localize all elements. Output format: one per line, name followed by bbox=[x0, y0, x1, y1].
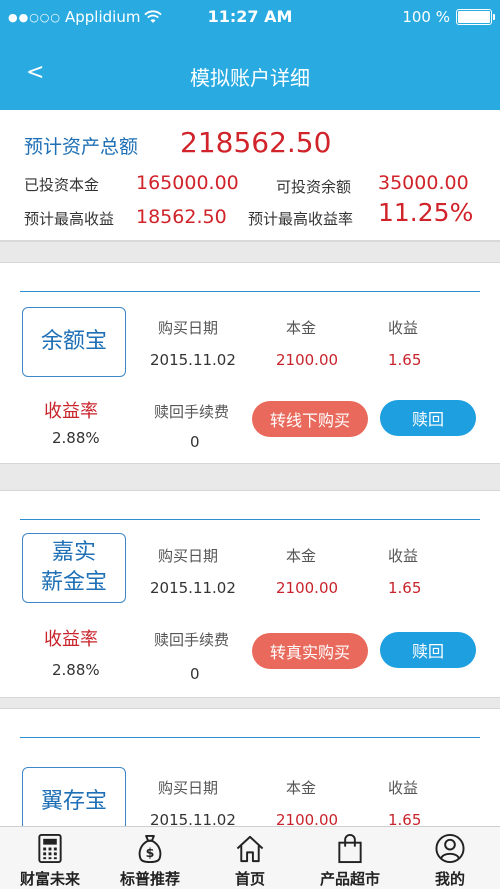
rate-value: 2.88% bbox=[52, 661, 100, 679]
tab-label: 标普推荐 bbox=[119, 870, 180, 888]
total-assets-value: 218562.50 bbox=[180, 126, 332, 159]
shopping-bag-icon bbox=[338, 834, 362, 864]
status-bar: ●●○○○ Applidium 11:27 AM 100 % bbox=[0, 0, 500, 34]
rate-label: 收益率 bbox=[44, 629, 98, 650]
purchase-date-value: 2015.11.02 bbox=[150, 351, 236, 369]
income-label: 收益 bbox=[388, 779, 419, 797]
divider bbox=[20, 291, 480, 292]
purchase-date-label: 购买日期 bbox=[158, 779, 219, 797]
redeem-fee-label: 赎回手续费 bbox=[154, 631, 230, 649]
invested-label: 已投资本金 bbox=[24, 176, 100, 194]
redeem-fee-value: 0 bbox=[190, 433, 200, 451]
battery-icon bbox=[456, 9, 495, 25]
product-name-line1: 嘉实 bbox=[51, 540, 96, 565]
offline-purchase-button[interactable]: 转线下购买 bbox=[252, 401, 368, 437]
product-name: 余额宝 bbox=[40, 329, 107, 354]
purchase-date-value: 2015.11.02 bbox=[150, 579, 236, 597]
purchase-date-label: 购买日期 bbox=[158, 319, 219, 337]
real-purchase-button[interactable]: 转真实购买 bbox=[252, 633, 368, 669]
total-assets-label: 预计资产总额 bbox=[24, 136, 139, 158]
max-rate-label: 预计最高收益率 bbox=[248, 210, 354, 228]
available-value: 35000.00 bbox=[378, 172, 469, 194]
redeem-button[interactable]: 赎回 bbox=[380, 400, 476, 436]
redeem-fee-value: 0 bbox=[190, 665, 200, 683]
principal-value: 2100.00 bbox=[276, 579, 339, 597]
tab-product-market[interactable]: 产品超市 bbox=[300, 827, 400, 889]
home-icon bbox=[236, 835, 264, 863]
max-income-label: 预计最高收益 bbox=[24, 210, 115, 228]
battery-percent: 100 % bbox=[402, 8, 450, 26]
tab-bar: 财富未来 $ 标普推荐 首页 产品超市 我的 bbox=[0, 826, 500, 889]
tab-mine[interactable]: 我的 bbox=[400, 827, 500, 889]
divider bbox=[20, 519, 480, 520]
product-card: 嘉实 薪金宝 购买日期 本金 收益 2015.11.02 2100.00 1.6… bbox=[0, 490, 500, 698]
principal-label: 本金 bbox=[286, 779, 317, 797]
calculator-icon bbox=[38, 833, 62, 864]
tab-label: 我的 bbox=[434, 870, 465, 888]
tab-home[interactable]: 首页 bbox=[200, 827, 300, 889]
product-name-box: 嘉实 薪金宝 bbox=[22, 533, 126, 603]
user-icon bbox=[435, 833, 465, 864]
rate-label: 收益率 bbox=[44, 401, 98, 422]
svg-text:$: $ bbox=[146, 845, 155, 860]
product-name-box: 余额宝 bbox=[22, 307, 126, 377]
income-value: 1.65 bbox=[388, 351, 422, 369]
principal-label: 本金 bbox=[286, 547, 317, 565]
tab-sp-recommend[interactable]: $ 标普推荐 bbox=[100, 827, 200, 889]
tab-label: 财富未来 bbox=[19, 870, 80, 888]
tab-label: 首页 bbox=[234, 870, 265, 888]
header: ●●○○○ Applidium 11:27 AM 100 % < 模拟账户详细 bbox=[0, 0, 500, 110]
max-rate-value: 11.25% bbox=[378, 198, 474, 227]
redeem-button[interactable]: 赎回 bbox=[380, 632, 476, 668]
account-summary: 预计资产总额 218562.50 已投资本金 165000.00 可投资余额 3… bbox=[0, 110, 500, 242]
purchase-date-label: 购买日期 bbox=[158, 547, 219, 565]
money-bag-icon: $ bbox=[138, 834, 162, 864]
tab-wealth-future[interactable]: 财富未来 bbox=[0, 827, 100, 889]
rate-value: 2.88% bbox=[52, 429, 100, 447]
product-card: 余额宝 购买日期 本金 收益 2015.11.02 2100.00 1.65 收… bbox=[0, 262, 500, 464]
income-value: 1.65 bbox=[388, 579, 422, 597]
income-label: 收益 bbox=[388, 319, 419, 337]
product-name-line2: 薪金宝 bbox=[40, 570, 107, 595]
product-name: 翼存宝 bbox=[40, 789, 107, 814]
divider bbox=[20, 737, 480, 738]
principal-value: 2100.00 bbox=[276, 351, 339, 369]
tab-label: 产品超市 bbox=[319, 870, 380, 888]
principal-label: 本金 bbox=[286, 319, 317, 337]
redeem-fee-label: 赎回手续费 bbox=[154, 403, 230, 421]
income-label: 收益 bbox=[388, 547, 419, 565]
available-label: 可投资余额 bbox=[276, 178, 352, 196]
max-income-value: 18562.50 bbox=[136, 206, 227, 228]
battery-status: 100 % bbox=[402, 8, 495, 26]
page-title: 模拟账户详细 bbox=[190, 66, 310, 90]
invested-value: 165000.00 bbox=[136, 172, 239, 194]
